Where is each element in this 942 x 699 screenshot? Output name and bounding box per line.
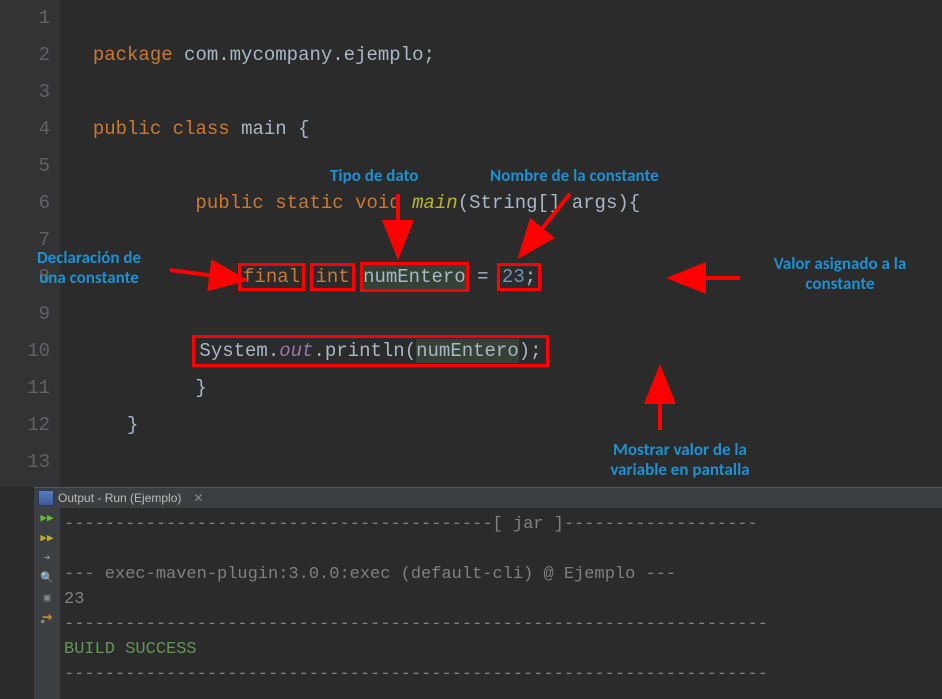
dot: . xyxy=(268,340,279,362)
line-number: 9 xyxy=(0,296,60,333)
dot: . xyxy=(313,340,324,362)
line-number: 4 xyxy=(0,111,60,148)
output-panel: Output - Run (Ejemplo) ✕ ▶▶ ▶▶ ➔ 🔍 ▣ ---… xyxy=(34,487,942,699)
paren-close: ) xyxy=(519,340,530,362)
keyword-static: static xyxy=(275,192,343,214)
semicolon: ; xyxy=(424,44,435,66)
code-line: public class main { xyxy=(70,111,640,148)
line-number: 11 xyxy=(0,370,60,407)
code-line: } xyxy=(70,407,640,444)
paren-close: ) xyxy=(617,192,628,214)
keyword-public: public xyxy=(93,118,161,140)
keyword-final: final xyxy=(241,266,302,288)
code-line: final int numEntero = 23; xyxy=(70,259,640,296)
code-editor[interactable]: 1 2 3 4 5 6 7 8 9 10 11 12 13 package co… xyxy=(0,0,942,487)
search-icon[interactable]: 🔍 xyxy=(39,571,55,585)
code-line: package com.mycompany.ejemplo; xyxy=(70,37,640,74)
package-name: com.mycompany.ejemplo xyxy=(184,44,423,66)
line-number-gutter: 1 2 3 4 5 6 7 8 9 10 11 12 13 xyxy=(0,0,60,487)
line-number: 2 xyxy=(0,37,60,74)
keyword-int: int xyxy=(313,266,351,288)
brace-close: } xyxy=(195,377,206,399)
field-out: out xyxy=(279,340,313,362)
line-number: 3 xyxy=(0,74,60,111)
console-line: ----------------------------------------… xyxy=(64,615,768,634)
keyword-class: class xyxy=(173,118,230,140)
method-println: println xyxy=(325,340,405,362)
build-success-line: BUILD SUCCESS xyxy=(64,640,197,659)
brace-close: } xyxy=(127,414,138,436)
run-again-icon[interactable]: ▶▶ xyxy=(39,511,55,525)
variable-name: numEntero xyxy=(363,265,466,289)
semicolon: ; xyxy=(530,340,541,362)
console-line: 23 xyxy=(64,590,84,609)
console-line: ----------------------------------------… xyxy=(64,665,768,684)
line-number: 10 xyxy=(0,333,60,370)
run-icon[interactable]: ▶▶ xyxy=(39,531,55,545)
output-toolbar: ▶▶ ▶▶ ➔ 🔍 ▣ xyxy=(34,508,60,699)
method-name: main xyxy=(412,192,458,214)
line-number: 13 xyxy=(0,444,60,481)
line-number: 5 xyxy=(0,148,60,185)
param-type: String[] xyxy=(469,192,560,214)
line-number: 8 xyxy=(0,259,60,296)
line-number: 12 xyxy=(0,407,60,444)
code-line: public static void main(String[] args){ xyxy=(70,185,640,222)
close-icon[interactable]: ✕ xyxy=(193,491,203,505)
brace-open: { xyxy=(629,192,640,214)
code-line: } xyxy=(70,370,640,407)
keyword-void: void xyxy=(355,192,401,214)
class-name: main xyxy=(241,118,287,140)
console-output[interactable]: ----------------------------------------… xyxy=(60,508,942,699)
code-area[interactable]: package com.mycompany.ejemplo; public cl… xyxy=(70,0,640,481)
keyword-package: package xyxy=(93,44,173,66)
class-system: System xyxy=(199,340,267,362)
line-number: 1 xyxy=(0,0,60,37)
settings-icon[interactable] xyxy=(39,611,55,625)
variable-ref: numEntero xyxy=(416,339,519,363)
brace-open: { xyxy=(298,118,309,140)
keyword-public: public xyxy=(195,192,263,214)
assign-operator: = xyxy=(477,266,488,288)
code-line: System.out.println(numEntero); xyxy=(70,333,640,370)
output-window-icon xyxy=(38,490,54,506)
output-title: Output - Run (Ejemplo) xyxy=(58,491,181,505)
line-number: 7 xyxy=(0,222,60,259)
line-number: 6 xyxy=(0,185,60,222)
param-name: args xyxy=(572,192,618,214)
semicolon: ; xyxy=(525,266,536,288)
paren-open: ( xyxy=(405,340,416,362)
literal-int: 23 xyxy=(502,266,525,288)
paren-open: ( xyxy=(458,192,469,214)
output-titlebar[interactable]: Output - Run (Ejemplo) ✕ xyxy=(34,488,942,508)
stop-icon[interactable]: ➔ xyxy=(39,551,55,565)
wrap-icon[interactable]: ▣ xyxy=(39,591,55,605)
console-line: --- exec-maven-plugin:3.0.0:exec (defaul… xyxy=(64,565,676,584)
console-line: ----------------------------------------… xyxy=(64,515,758,534)
